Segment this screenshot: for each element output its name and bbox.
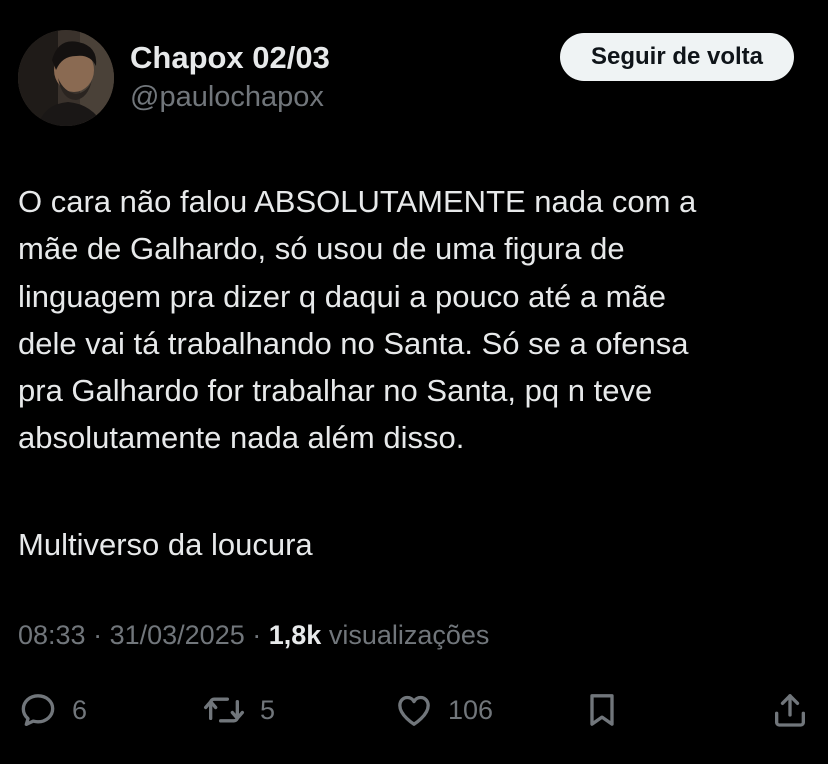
tweet-time[interactable]: 08:33 xyxy=(18,620,86,650)
author-avatar[interactable] xyxy=(18,30,114,126)
tweet-text-line: linguagem pra dizer q daqui a pouco até … xyxy=(18,278,666,314)
tweet-text-line: pra Galhardo for trabalhar no Santa, pq … xyxy=(18,373,653,409)
bookmark-icon xyxy=(582,689,622,731)
repost-count: 5 xyxy=(260,694,276,725)
tweet-text-line: dele vai tá trabalhando no Santa. Só se … xyxy=(18,325,689,361)
tweet-actions-bar: 6 5 106 xyxy=(0,684,828,736)
bookmark-button[interactable] xyxy=(582,684,622,736)
tweet-text-line: O cara não falou ABSOLUTAMENTE nada com … xyxy=(18,184,697,219)
tweet-text: O cara não falou ABSOLUTAMENTE nada com … xyxy=(18,178,818,462)
reply-button[interactable]: 6 xyxy=(18,684,87,736)
views-count: 1,8k xyxy=(268,620,322,650)
tweet-text-line: absolutamente nada além disso. xyxy=(18,420,465,456)
like-count: 106 xyxy=(448,694,494,725)
repost-button[interactable]: 5 xyxy=(202,684,275,736)
tweet-closing-line: Multiverso da loucura xyxy=(18,527,313,562)
author-handle[interactable]: @paulochapox xyxy=(130,81,324,114)
reply-count: 6 xyxy=(72,694,88,725)
heart-icon xyxy=(394,690,434,730)
tweet-date[interactable]: 31/03/2025 xyxy=(110,620,245,650)
share-button[interactable] xyxy=(770,684,810,736)
author-display-name[interactable]: Chapox 02/03 xyxy=(130,40,330,76)
tweet-text-line: mãe de Galhardo, só usou de uma figura d… xyxy=(18,231,625,267)
meta-separator: · xyxy=(93,620,110,650)
tweet-meta: 08:33 · 31/03/2025 · 1,8k visualizações xyxy=(18,620,489,651)
reply-icon xyxy=(18,690,58,730)
like-button[interactable]: 106 xyxy=(394,684,493,736)
meta-separator: · xyxy=(252,620,269,650)
tweet-card: Chapox 02/03 @paulochapox Seguir de volt… xyxy=(0,0,828,764)
views-label: visualizações xyxy=(328,620,490,650)
repost-icon xyxy=(202,690,246,730)
follow-back-button[interactable]: Seguir de volta xyxy=(560,33,794,81)
user-photo-avatar-icon xyxy=(18,30,114,126)
share-icon xyxy=(770,689,810,731)
